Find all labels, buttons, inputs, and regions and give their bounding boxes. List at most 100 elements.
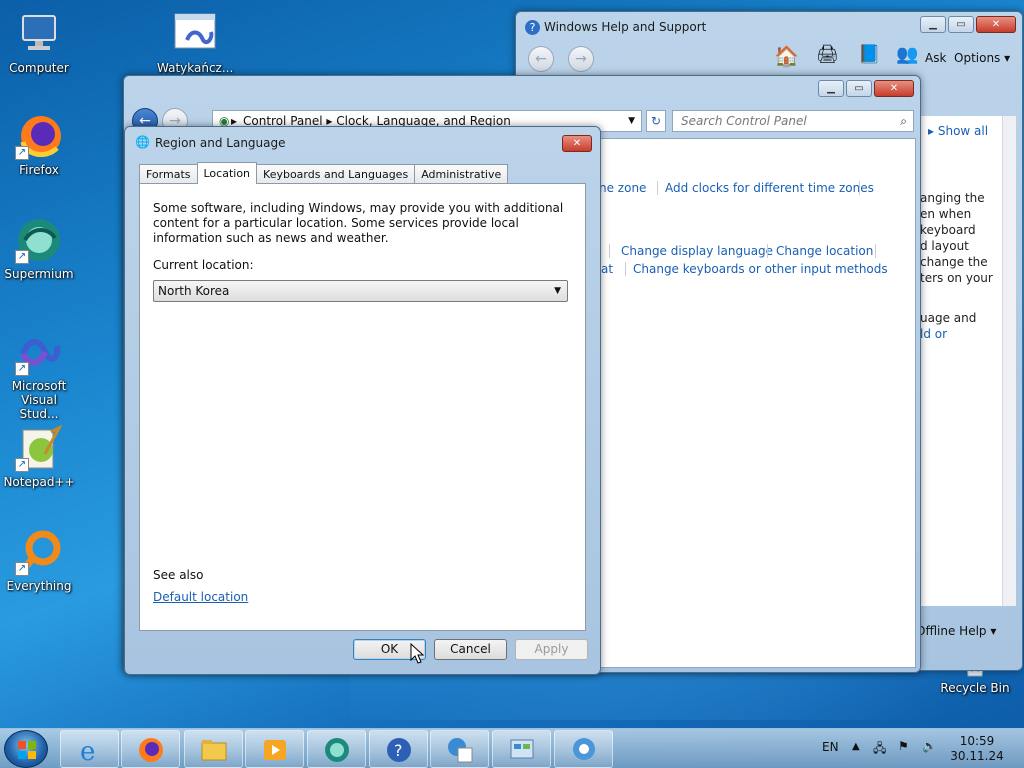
desktop-icon-everything[interactable]: ↗ Everything	[1, 528, 77, 593]
link-separator	[875, 244, 876, 258]
desktop-icon-label: Watykańcz...	[157, 61, 234, 75]
cancel-button[interactable]: Cancel	[434, 639, 507, 660]
supermium-icon	[325, 738, 349, 762]
clock[interactable]: 10:59 30.11.24	[946, 734, 1008, 764]
action-center-flag-icon[interactable]: ⚑	[898, 739, 909, 768]
format-link[interactable]: at	[601, 262, 613, 276]
taskbar-explorer[interactable]	[184, 730, 243, 768]
desktop-icon-watykancz[interactable]: Watykańcz...	[157, 10, 233, 75]
change-keyboards-link[interactable]: Change keyboards or other input methods	[633, 262, 888, 276]
control-panel-icon	[510, 739, 534, 759]
ask-button[interactable]: Ask	[925, 51, 946, 65]
taskbar-help-support[interactable]: ?	[369, 730, 428, 768]
shortcut-arrow-icon: ↗	[15, 146, 29, 160]
link-separator	[625, 262, 626, 276]
offline-help-label: Offline Help	[916, 624, 987, 638]
shortcut-arrow-icon: ↗	[15, 362, 29, 376]
location-tab-panel: Some software, including Windows, may pr…	[139, 183, 586, 631]
change-location-link[interactable]: Change location	[776, 244, 873, 258]
help-link[interactable]: ld or	[920, 326, 947, 342]
dialog-tabs: Formats Location Keyboards and Languages…	[139, 162, 509, 184]
close-button[interactable]: ✕	[976, 16, 1016, 33]
taskbar-control-panel[interactable]	[492, 730, 551, 768]
desktop-icon-label: Supermium	[4, 267, 74, 281]
taskbar-clock-region[interactable]	[554, 730, 613, 768]
help-text: ters on your	[920, 271, 993, 285]
window-shortcut-icon	[171, 10, 219, 58]
network-icon[interactable]: 🖧	[873, 739, 886, 768]
show-all-link[interactable]: ▸ Show all	[928, 124, 988, 138]
desktop-icon-label: Notepad++	[3, 475, 75, 489]
tab-formats[interactable]: Formats	[139, 164, 198, 184]
taskbar-firefox[interactable]	[121, 730, 180, 768]
help-scrollbar[interactable]	[1002, 116, 1016, 606]
shortcut-arrow-icon: ↗	[15, 250, 29, 264]
svg-text:e: e	[80, 737, 95, 764]
add-clocks-link[interactable]: Add clocks for different time zones	[665, 181, 874, 195]
current-location-select[interactable]: North Korea ▼	[153, 280, 568, 302]
default-location-link[interactable]: Default location	[153, 590, 248, 604]
current-location-label: Current location:	[153, 258, 254, 272]
desktop-icon-label: Firefox	[19, 163, 59, 177]
svg-text:?: ?	[394, 741, 403, 760]
folder-icon	[201, 740, 227, 761]
options-button[interactable]: Options ▾	[954, 51, 1010, 65]
address-dropdown-icon[interactable]: ▼	[628, 111, 635, 131]
search-icon[interactable]: ⌕	[900, 111, 907, 131]
desktop-icon-notepadpp[interactable]: ↗ Notepad++	[1, 424, 77, 489]
start-button[interactable]	[4, 730, 48, 768]
tab-keyboards-languages[interactable]: Keyboards and Languages	[256, 164, 416, 184]
change-display-language-link[interactable]: Change display language	[621, 244, 773, 258]
dropdown-arrow-icon: ▼	[554, 286, 561, 296]
browse-help-icon[interactable]: 📘	[858, 44, 880, 65]
apply-button[interactable]: Apply	[515, 639, 588, 660]
volume-muted-icon[interactable]: 🔈	[922, 739, 937, 768]
show-all-label: Show all	[937, 124, 989, 138]
print-icon[interactable]: 🖨	[816, 44, 839, 65]
supermium-icon: ↗	[15, 216, 63, 264]
taskbar-internet-explorer[interactable]: e	[60, 730, 119, 768]
home-icon[interactable]: 🏠	[774, 44, 799, 68]
desktop-icon-computer[interactable]: Computer	[1, 10, 77, 75]
minimize-button[interactable]: ▁	[818, 80, 844, 97]
desktop-icon-visual-studio[interactable]: ↗ Microsoft Visual Stud...	[1, 328, 77, 421]
region-language-dialog[interactable]: 🌐 Region and Language ✕ Formats Location…	[124, 126, 601, 675]
help-text: d layout	[920, 239, 969, 253]
help-text: change the	[920, 255, 988, 269]
window-title: Windows Help and Support	[544, 20, 707, 34]
minimize-button[interactable]: ▁	[920, 16, 946, 33]
language-indicator[interactable]: EN	[822, 740, 839, 768]
desktop-icon-firefox[interactable]: ↗ Firefox	[1, 112, 77, 177]
search-input[interactable]: Search Control Panel ⌕	[672, 110, 914, 132]
close-button[interactable]: ✕	[562, 135, 592, 152]
taskbar-region-language[interactable]	[430, 730, 489, 768]
desktop-icon-supermium[interactable]: ↗ Supermium	[1, 216, 77, 281]
caption-buttons: ✕	[560, 135, 592, 152]
offline-help-button[interactable]: Offline Help ▾	[916, 624, 996, 638]
everything-search-icon: ↗	[15, 528, 63, 576]
show-hidden-icons-button[interactable]: ▲	[852, 741, 860, 768]
options-label: Options	[954, 51, 1001, 65]
current-location-value: North Korea	[158, 284, 230, 298]
taskbar-media-player[interactable]	[245, 730, 304, 768]
maximize-button[interactable]: ▭	[846, 80, 872, 97]
refresh-button[interactable]: ↻	[646, 110, 666, 132]
link-separator	[609, 244, 610, 258]
time-zone-link[interactable]: ne zone	[599, 181, 646, 195]
ask-icon[interactable]: 👥	[896, 44, 918, 65]
taskbar: e ? EN ▲ 🖧 ⚑ 🔈 10:59 30.11.24	[0, 728, 1024, 768]
link-separator	[767, 244, 768, 258]
clock-time: 10:59	[959, 734, 995, 748]
tab-location[interactable]: Location	[196, 162, 258, 184]
taskbar-supermium[interactable]	[307, 730, 366, 768]
location-description: Some software, including Windows, may pr…	[153, 201, 564, 245]
help-content: ▸ Show all anging the en when keyboard d…	[916, 116, 1016, 606]
forward-button[interactable]: →	[568, 46, 594, 72]
windows-logo-icon	[18, 741, 36, 759]
maximize-button[interactable]: ▭	[948, 16, 974, 33]
firefox-icon: ↗	[15, 112, 63, 160]
link-separator	[657, 181, 658, 195]
back-button[interactable]: ←	[528, 46, 554, 72]
tab-administrative[interactable]: Administrative	[414, 164, 509, 184]
close-button[interactable]: ✕	[874, 80, 914, 97]
